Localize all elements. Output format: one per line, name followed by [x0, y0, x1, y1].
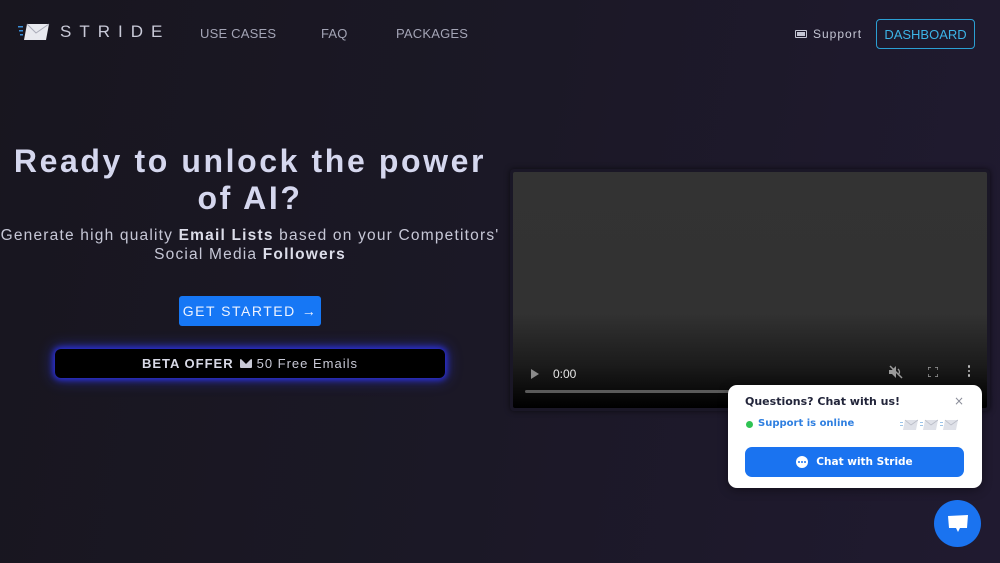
- dashboard-button[interactable]: DASHBOARD: [876, 19, 975, 49]
- chat-launcher-button[interactable]: [934, 500, 981, 547]
- chat-button-label: Chat with Stride: [816, 456, 913, 468]
- hero-title: Ready to unlock the power of AI?: [13, 143, 487, 216]
- subtitle-text: Generate high quality: [0, 227, 179, 244]
- nav-faq[interactable]: FAQ: [321, 26, 348, 41]
- top-nav: STRIDE USE CASES FAQ PACKAGES Support DA…: [0, 0, 1000, 66]
- muted-speaker-icon[interactable]: [888, 365, 904, 379]
- envelope-icon: [239, 359, 252, 368]
- brand-logo[interactable]: STRIDE: [18, 22, 170, 42]
- agent-avatar-icon: [920, 419, 938, 430]
- agent-avatar-icon: [900, 419, 918, 430]
- support-status: Support is online: [758, 418, 855, 429]
- chat-icon: [947, 514, 968, 532]
- beta-offer-text: 50 Free Emails: [256, 356, 359, 371]
- nav-use-cases[interactable]: USE CASES: [200, 26, 276, 41]
- ticket-icon: [795, 30, 807, 38]
- hero-subtitle: Generate high quality Email Lists based …: [0, 226, 500, 264]
- envelope-speed-icon: [18, 23, 50, 40]
- chat-popup: Questions? Chat with us! × Support is on…: [728, 385, 982, 488]
- chat-with-stride-button[interactable]: Chat with Stride: [745, 447, 964, 477]
- get-started-label: GET STARTED: [182, 303, 296, 319]
- brand-name: STRIDE: [60, 22, 171, 41]
- arrow-right-icon: →: [301, 303, 318, 319]
- agent-avatar-icon: [940, 419, 958, 430]
- video-time: 0:00: [553, 367, 577, 381]
- video-player[interactable]: 0:00: [513, 172, 987, 408]
- support-link[interactable]: Support: [795, 27, 862, 41]
- support-label: Support: [813, 27, 863, 41]
- fullscreen-icon[interactable]: [928, 367, 938, 377]
- close-icon[interactable]: ×: [954, 394, 964, 408]
- play-icon[interactable]: [531, 369, 539, 379]
- get-started-button[interactable]: GET STARTED →: [179, 296, 321, 326]
- beta-offer-banner[interactable]: BETA OFFER 50 Free Emails: [55, 349, 445, 378]
- nav-packages[interactable]: PACKAGES: [396, 26, 468, 41]
- subtitle-bold-followers: Followers: [262, 246, 346, 263]
- subtitle-bold-email-lists: Email Lists: [178, 227, 274, 244]
- chat-title: Questions? Chat with us!: [745, 395, 901, 408]
- agent-avatars: [900, 419, 958, 431]
- chat-bubble-icon: [796, 456, 809, 468]
- more-options-icon[interactable]: [967, 365, 971, 379]
- online-status-dot: [746, 421, 753, 428]
- beta-offer-label: BETA OFFER: [141, 356, 234, 371]
- video-frame: 0:00: [510, 169, 990, 411]
